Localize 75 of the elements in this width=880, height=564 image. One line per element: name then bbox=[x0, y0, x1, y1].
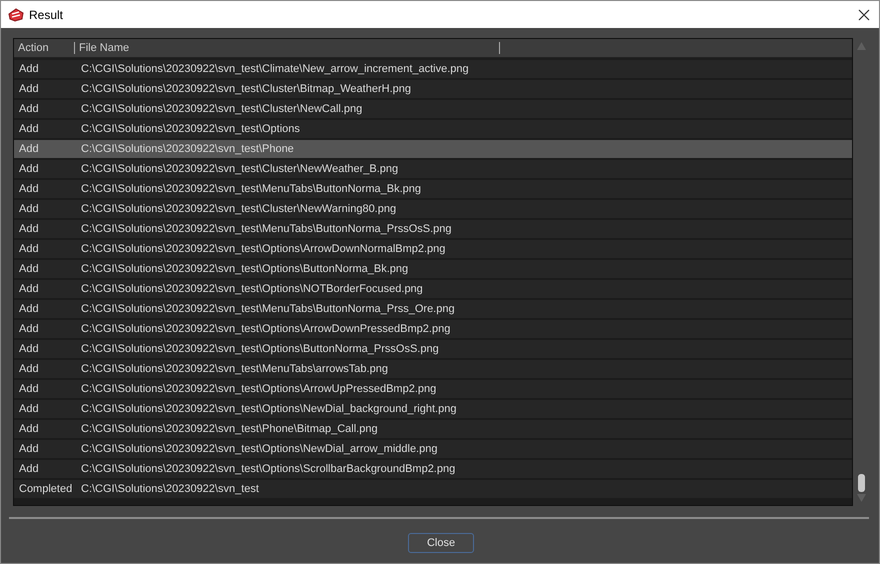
file-name-cell-text: C:\CGI\Solutions\20230922\svn_test\Options\ButtonNorma_Bk.png bbox=[81, 263, 410, 275]
table-row[interactable]: Add C:\CGI\Solutions\20230922\svn_test\MenuTabs\arrowsTab.png bbox=[14, 360, 852, 378]
action-cell-text: Add bbox=[18, 423, 40, 435]
file-name-cell-text: C:\CGI\Solutions\20230922\svn_test\Cluster\Bitmap_WeatherH.png bbox=[81, 83, 412, 95]
file-name-cell-text: C:\CGI\Solutions\20230922\svn_test\MenuTabs\ButtonNorma_Prss_Ore.png bbox=[81, 303, 456, 315]
file-name-cell-text: C:\CGI\Solutions\20230922\svn_test\MenuTabs\ButtonNorma_PrssOsS.png bbox=[81, 223, 453, 235]
close-button[interactable]: Close bbox=[408, 533, 474, 553]
table-row[interactable]: Add C:\CGI\Solutions\20230922\svn_test\Options\NewDial_arrow_middle.png bbox=[14, 440, 852, 458]
table-row[interactable]: Add C:\CGI\Solutions\20230922\svn_test\Options\ArrowUpPressedBmp2.png bbox=[14, 380, 852, 398]
file-name-cell-text: C:\CGI\Solutions\20230922\svn_test\Options\ArrowUpPressedBmp2.png bbox=[81, 383, 438, 395]
action-cell-text: Add bbox=[18, 123, 40, 135]
scroll-up-icon[interactable] bbox=[857, 42, 866, 50]
table-row[interactable]: Add C:\CGI\Solutions\20230922\svn_test\MenuTabs\ButtonNorma_PrssOsS.png bbox=[14, 220, 852, 238]
file-name-cell-text: C:\CGI\Solutions\20230922\svn_test\Phone\Bitmap_Call.png bbox=[81, 423, 379, 435]
file-name-cell-text: C:\CGI\Solutions\20230922\svn_test\Options\ArrowDownPressedBmp2.png bbox=[81, 323, 452, 335]
file-name-cell-text: C:\CGI\Solutions\20230922\svn_test\Cluster\NewCall.png bbox=[81, 103, 364, 115]
action-cell-text: Add bbox=[18, 63, 40, 75]
file-name-cell-text: C:\CGI\Solutions\20230922\svn_test\Options\NewDial_background_right.png bbox=[81, 403, 458, 415]
action-cell-text: Add bbox=[18, 463, 40, 475]
action-cell-text: Add bbox=[18, 83, 40, 95]
table-row[interactable]: Add C:\CGI\Solutions\20230922\svn_test\Cluster\NewWeather_B.png bbox=[14, 160, 852, 178]
table-row[interactable]: Add C:\CGI\Solutions\20230922\svn_test\Options bbox=[14, 120, 852, 138]
table-row[interactable]: Add C:\CGI\Solutions\20230922\svn_test\Options\ArrowDownPressedBmp2.png bbox=[14, 320, 852, 338]
action-cell-text: Completed bbox=[18, 483, 74, 495]
action-cell-text: Add bbox=[18, 303, 40, 315]
table-row[interactable]: Add C:\CGI\Solutions\20230922\svn_test\Options\ArrowDownNormalBmp2.png bbox=[14, 240, 852, 258]
file-name-cell-text: C:\CGI\Solutions\20230922\svn_test\Options\NewDial_arrow_middle.png bbox=[81, 443, 438, 455]
file-name-cell-text: C:\CGI\Solutions\20230922\svn_test\Cluster\NewWarning80.png bbox=[81, 203, 398, 215]
action-cell-text: Add bbox=[18, 443, 40, 455]
action-cell-text: Add bbox=[18, 183, 40, 195]
table-row[interactable]: Add C:\CGI\Solutions\20230922\svn_test\Phone\Bitmap_Call.png bbox=[14, 420, 852, 438]
column-header[interactable]: Action bbox=[14, 42, 75, 54]
table-row[interactable]: Add C:\CGI\Solutions\20230922\svn_test\Options\NOTBorderFocused.png bbox=[14, 280, 852, 298]
table-row[interactable]: Add C:\CGI\Solutions\20230922\svn_test\MenuTabs\ButtonNorma_Bk.png bbox=[14, 180, 852, 198]
action-cell-text: Add bbox=[18, 263, 40, 275]
table-row[interactable]: Add C:\CGI\Solutions\20230922\svn_test\MenuTabs\ButtonNorma_Prss_Ore.png bbox=[14, 300, 852, 318]
file-name-cell-text: C:\CGI\Solutions\20230922\svn_test\MenuTabs\ButtonNorma_Bk.png bbox=[81, 183, 422, 195]
action-cell-text: Add bbox=[18, 283, 40, 295]
window-title: Result bbox=[29, 8, 64, 22]
action-cell-text: Add bbox=[18, 343, 40, 355]
action-cell-text: Add bbox=[18, 163, 40, 175]
action-cell-text: Add bbox=[18, 143, 40, 155]
table-row[interactable]: Add C:\CGI\Solutions\20230922\svn_test\Cluster\NewCall.png bbox=[14, 100, 852, 118]
app-icon bbox=[8, 8, 24, 22]
table-row[interactable]: Add C:\CGI\Solutions\20230922\svn_test\Options\ButtonNorma_PrssOsS.png bbox=[14, 340, 852, 358]
table-row[interactable]: Add C:\CGI\Solutions\20230922\svn_test\Cluster\NewWarning80.png bbox=[14, 200, 852, 218]
file-name-cell-text: C:\CGI\Solutions\20230922\svn_test\MenuTabs\arrowsTab.png bbox=[81, 363, 389, 375]
file-name-cell-text: C:\CGI\Solutions\20230922\svn_test\Options\ButtonNorma_PrssOsS.png bbox=[81, 343, 440, 355]
action-cell-text: Add bbox=[18, 203, 40, 215]
table-row[interactable]: Add C:\CGI\Solutions\20230922\svn_test\Options\NewDial_background_right.png bbox=[14, 400, 852, 418]
action-cell-text: Add bbox=[18, 103, 40, 115]
table-row[interactable]: Completed C:\CGI\Solutions\20230922\svn_test bbox=[14, 480, 852, 498]
action-cell-text: Add bbox=[18, 383, 40, 395]
column-header[interactable]: File Name bbox=[75, 42, 500, 54]
table-row[interactable]: Add C:\CGI\Solutions\20230922\svn_test\Options\ButtonNorma_Bk.png bbox=[14, 260, 852, 278]
table-row[interactable]: Add C:\CGI\Solutions\20230922\svn_test\Climate\New_arrow_increment_active.png bbox=[14, 60, 852, 78]
file-name-cell-text: C:\CGI\Solutions\20230922\svn_test\Options\ArrowDownNormalBmp2.png bbox=[81, 243, 446, 255]
file-name-cell-text: C:\CGI\Solutions\20230922\svn_test\Options\ScrollbarBackgroundBmp2.png bbox=[81, 463, 456, 475]
action-cell-text: Add bbox=[18, 403, 40, 415]
file-name-cell-text: C:\CGI\Solutions\20230922\svn_test\Cluster\NewWeather_B.png bbox=[81, 163, 400, 175]
action-cell-text: Add bbox=[18, 363, 40, 375]
action-cell-text: Add bbox=[18, 223, 40, 235]
table-row[interactable]: Add C:\CGI\Solutions\20230922\svn_test\Phone bbox=[14, 140, 852, 158]
table-row[interactable]: Add C:\CGI\Solutions\20230922\svn_test\Cluster\Bitmap_WeatherH.png bbox=[14, 80, 852, 98]
file-name-cell-text: C:\CGI\Solutions\20230922\svn_test bbox=[81, 483, 260, 495]
file-name-cell-text: C:\CGI\Solutions\20230922\svn_test\Phone bbox=[81, 143, 295, 155]
action-cell-text: Add bbox=[18, 323, 40, 335]
close-icon[interactable] bbox=[858, 8, 870, 20]
scroll-down-icon[interactable] bbox=[857, 494, 866, 502]
scroll-thumb[interactable] bbox=[858, 474, 865, 492]
file-name-cell-text: C:\CGI\Solutions\20230922\svn_test\Climate\New_arrow_increment_active.png bbox=[81, 63, 470, 75]
file-name-cell-text: C:\CGI\Solutions\20230922\svn_test\Options bbox=[81, 123, 301, 135]
action-cell-text: Add bbox=[18, 243, 40, 255]
table-row[interactable]: Add C:\CGI\Solutions\20230922\svn_test\Options\ScrollbarBackgroundBmp2.png bbox=[14, 460, 852, 478]
file-name-cell-text: C:\CGI\Solutions\20230922\svn_test\Options\NOTBorderFocused.png bbox=[81, 283, 424, 295]
